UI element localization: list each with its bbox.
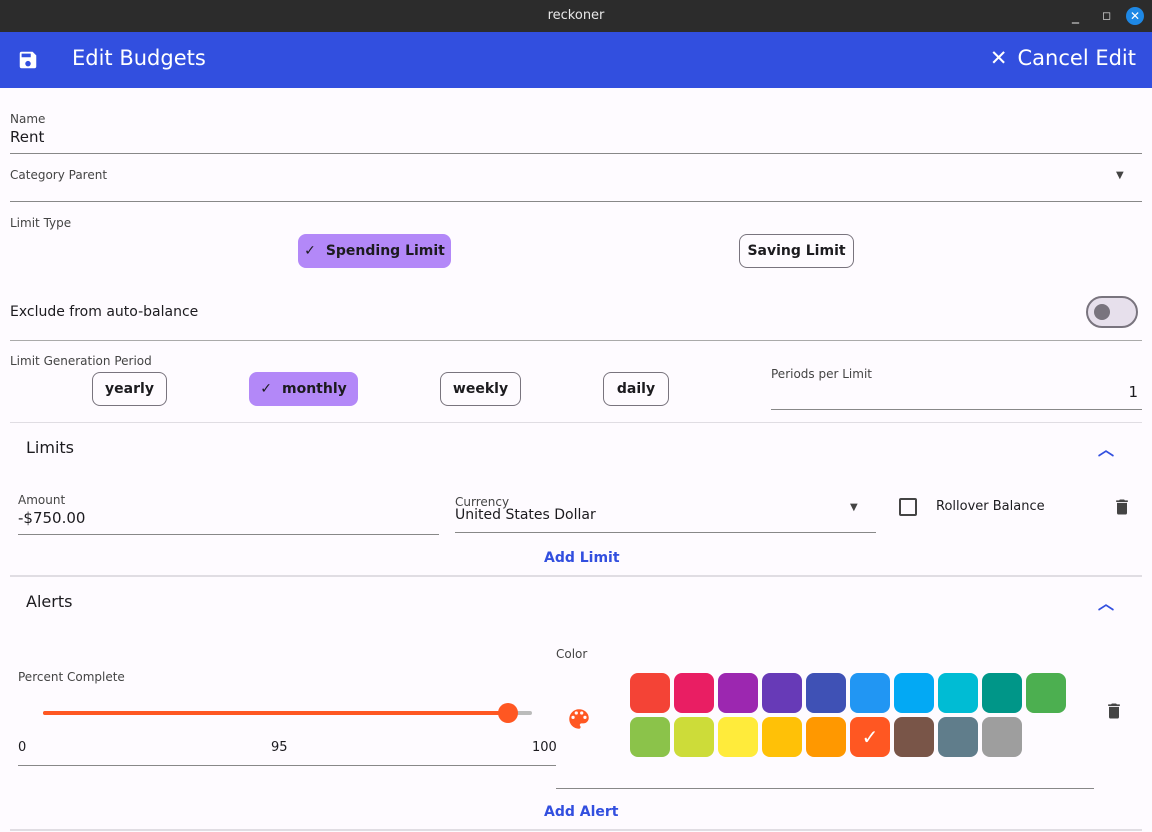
- delete-limit-icon[interactable]: [1112, 497, 1132, 517]
- color-label: Color: [556, 647, 588, 661]
- color-swatch[interactable]: [762, 673, 802, 713]
- cancel-edit-label: Cancel Edit: [1017, 46, 1136, 70]
- category-parent-dropdown[interactable]: [10, 201, 1142, 202]
- chip-label: monthly: [281, 381, 347, 397]
- divider: [10, 422, 1142, 423]
- color-swatches: ✓: [630, 673, 1070, 757]
- color-swatch[interactable]: [630, 673, 670, 713]
- palette-icon: [569, 709, 589, 729]
- delete-alert-icon[interactable]: [1104, 700, 1124, 722]
- window-title: reckoner: [547, 8, 605, 23]
- slider-min: 0: [18, 740, 27, 755]
- color-swatch[interactable]: [674, 717, 714, 757]
- amount-input[interactable]: -$750.00: [18, 509, 85, 527]
- amount-label: Amount: [18, 493, 66, 507]
- color-swatch[interactable]: [850, 673, 890, 713]
- color-swatch[interactable]: [674, 673, 714, 713]
- color-swatch[interactable]: [718, 717, 758, 757]
- minimize-button[interactable]: _: [1072, 0, 1079, 32]
- close-icon: ✕: [989, 46, 1008, 70]
- cancel-edit-button[interactable]: ✕ Cancel Edit: [990, 46, 1136, 70]
- color-swatch[interactable]: [806, 717, 846, 757]
- color-swatch[interactable]: [938, 717, 978, 757]
- currency-dropdown[interactable]: United States Dollar: [455, 507, 596, 523]
- period-monthly-chip[interactable]: ✓ monthly: [249, 372, 358, 406]
- exclude-label: Exclude from auto-balance: [10, 304, 199, 320]
- maximize-button[interactable]: ◻: [1102, 0, 1111, 32]
- divider: [10, 575, 1142, 577]
- color-swatch[interactable]: [894, 673, 934, 713]
- window-titlebar: reckoner _ ◻ ✕: [0, 0, 1152, 32]
- limits-section-title: Limits: [26, 438, 74, 457]
- exclude-toggle[interactable]: [1086, 296, 1138, 328]
- color-swatch[interactable]: [718, 673, 758, 713]
- periods-per-limit-input[interactable]: 1: [1128, 383, 1138, 401]
- slider-max: 100: [532, 740, 557, 755]
- color-swatch[interactable]: [806, 673, 846, 713]
- period-daily-chip[interactable]: daily: [603, 372, 669, 406]
- divider: [10, 340, 1142, 341]
- check-icon: ✓: [260, 381, 272, 397]
- chip-label: weekly: [452, 381, 509, 397]
- add-alert-button[interactable]: Add Alert: [544, 804, 618, 820]
- color-swatch[interactable]: [982, 717, 1022, 757]
- name-label: Name: [10, 112, 46, 126]
- color-swatch-selected[interactable]: ✓: [850, 717, 890, 757]
- category-parent-label: Category Parent: [10, 168, 108, 182]
- alerts-section-title: Alerts: [26, 592, 73, 611]
- collapse-limits-icon[interactable]: ︿: [1098, 436, 1114, 460]
- periods-underline: [771, 409, 1142, 410]
- spending-limit-chip[interactable]: ✓ Spending Limit: [298, 234, 451, 268]
- limit-type-label: Limit Type: [10, 216, 72, 230]
- percent-complete-label: Percent Complete: [18, 670, 125, 684]
- add-limit-button[interactable]: Add Limit: [544, 550, 620, 566]
- name-input[interactable]: Rent: [10, 128, 44, 146]
- dropdown-arrow-icon[interactable]: ▼: [1116, 170, 1124, 181]
- period-yearly-chip[interactable]: yearly: [92, 372, 167, 406]
- rollover-label: Rollover Balance: [936, 499, 1045, 514]
- saving-limit-chip[interactable]: Saving Limit: [739, 234, 854, 268]
- color-swatch[interactable]: [982, 673, 1022, 713]
- amount-underline: [18, 534, 439, 535]
- color-swatch[interactable]: [938, 673, 978, 713]
- close-window-button[interactable]: ✕: [1126, 7, 1144, 25]
- chip-label: Spending Limit: [325, 243, 445, 259]
- currency-underline: [455, 532, 876, 533]
- color-underline: [556, 788, 1094, 789]
- divider: [10, 829, 1142, 831]
- color-swatch[interactable]: [1026, 673, 1066, 713]
- page-title: Edit Budgets: [72, 46, 206, 70]
- color-swatch[interactable]: [630, 717, 670, 757]
- name-underline: [10, 153, 1142, 154]
- periods-per-limit-label: Periods per Limit: [771, 367, 872, 381]
- app-bar: Edit Budgets ✕ Cancel Edit: [0, 32, 1152, 88]
- color-swatch[interactable]: [894, 717, 934, 757]
- rollover-checkbox[interactable]: [899, 498, 917, 516]
- collapse-alerts-icon[interactable]: ︿: [1098, 590, 1114, 614]
- chip-label: yearly: [105, 381, 154, 397]
- period-weekly-chip[interactable]: weekly: [440, 372, 521, 406]
- dropdown-arrow-icon[interactable]: ▼: [850, 502, 858, 513]
- check-icon: ✓: [304, 243, 316, 259]
- chip-label: daily: [616, 381, 656, 397]
- slider-underline: [18, 765, 556, 766]
- chip-label: Saving Limit: [747, 243, 846, 259]
- slider-thumb[interactable]: [497, 703, 518, 723]
- percent-slider[interactable]: [43, 703, 532, 723]
- slider-value: 95: [271, 740, 288, 755]
- period-label: Limit Generation Period: [10, 354, 152, 368]
- save-icon[interactable]: [17, 49, 39, 71]
- color-swatch[interactable]: [762, 717, 802, 757]
